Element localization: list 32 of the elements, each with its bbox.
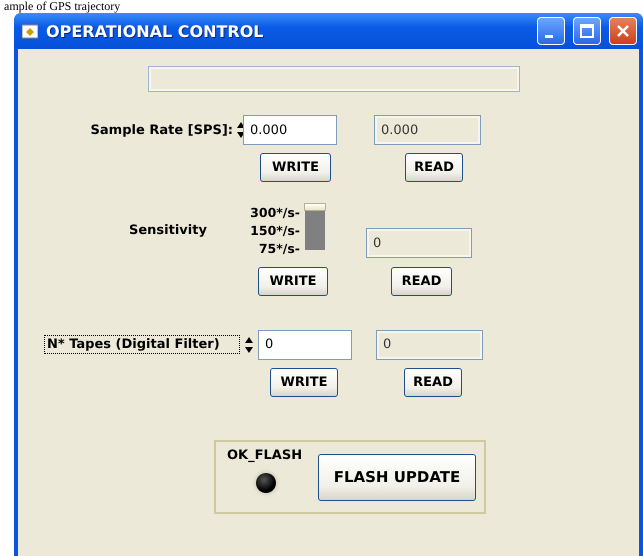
maximize-button[interactable]	[573, 17, 601, 45]
write-button[interactable]: WRITE	[258, 267, 328, 296]
sensitivity-slider[interactable]	[305, 203, 325, 250]
write-button[interactable]: WRITE	[270, 368, 338, 397]
page-caption: ample of GPS trajectory	[3, 0, 120, 13]
scale-label: 75*/s-	[258, 240, 300, 258]
write-button[interactable]: WRITE	[260, 153, 331, 182]
ok-flash-label: OK_FLASH	[226, 447, 304, 465]
spinner-icon[interactable]	[236, 120, 246, 140]
maximize-icon	[580, 24, 594, 38]
slider-thumb[interactable]	[304, 203, 326, 211]
close-icon	[616, 24, 630, 38]
read-button[interactable]: READ	[404, 368, 462, 397]
spinner-icon[interactable]	[244, 334, 254, 354]
sample-rate-input[interactable]: 0.000	[243, 115, 337, 145]
sensitivity-reading: 0	[366, 228, 472, 258]
minimize-icon	[545, 34, 553, 38]
scale-label: 300*/s-	[250, 204, 300, 222]
window-title: OPERATIONAL CONTROL	[46, 22, 264, 40]
sample-rate-reading: 0.000	[374, 115, 481, 145]
app-icon	[22, 23, 38, 39]
taps-reading: 0	[376, 330, 483, 360]
flash-update-button[interactable]: FLASH UPDATE	[318, 454, 476, 500]
sample-rate-label: Sample Rate [SPS]:	[90, 122, 234, 140]
sensitivity-label: Sensitivity	[128, 222, 208, 240]
scale-label: 150*/s-	[250, 222, 300, 240]
read-button[interactable]: READ	[405, 153, 463, 182]
taps-label: N* Tapes (Digital Filter)	[44, 335, 240, 354]
taps-input[interactable]: 0	[258, 330, 352, 360]
close-button[interactable]	[609, 17, 637, 45]
read-button[interactable]: READ	[391, 267, 452, 296]
minimize-button[interactable]	[537, 17, 565, 45]
